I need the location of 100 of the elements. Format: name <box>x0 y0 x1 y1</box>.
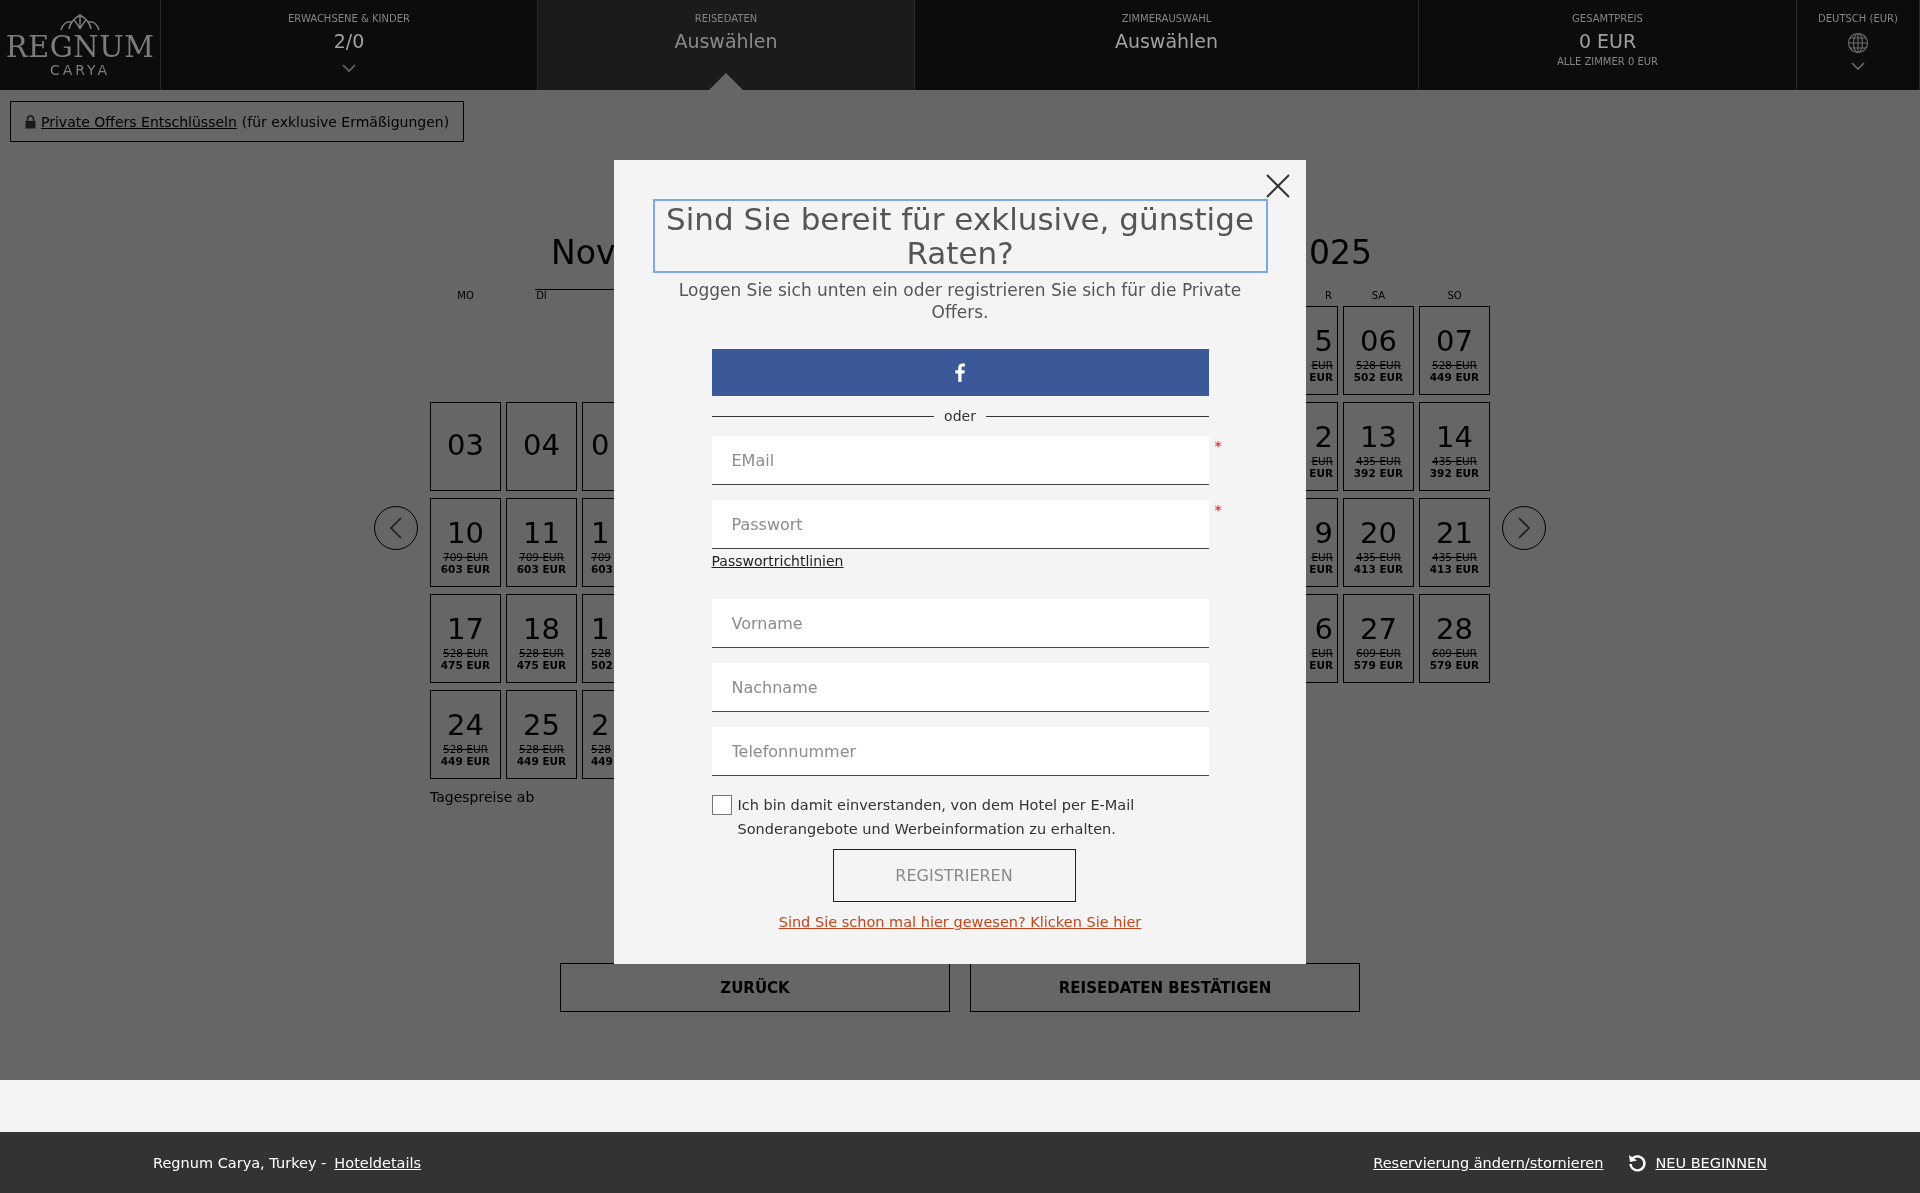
facebook-icon <box>955 363 965 382</box>
old-price: 528 EUR <box>519 744 564 755</box>
private-offers-button[interactable]: Private Offers Entschlüsseln (für exklusive Ermäßigungen) <box>10 101 465 142</box>
old-price: 528 EUR <box>1356 360 1401 371</box>
globe-icon[interactable] <box>1847 32 1869 54</box>
consent-text: Ich bin damit einverstanden, von dem Hotel per E-Mail Sonderangebote und Werbeinformation zu erhalten. <box>737 796 1136 839</box>
header-tab-value: 0 EUR <box>1578 29 1637 54</box>
chevron-right-icon <box>1517 517 1531 539</box>
day-number: 18 <box>523 613 560 645</box>
old-price: EUR <box>1311 648 1333 659</box>
chevron-left-icon <box>389 517 403 539</box>
old-price: 709 EUR <box>443 552 488 563</box>
calendar-day[interactable]: 20 435 EUR 413 EUR <box>1343 498 1414 587</box>
day-price: 413 EUR <box>1353 563 1404 575</box>
header-tab-label: ZIMMERAUSWAHL <box>1121 12 1212 26</box>
old-price: 528 EUR <box>443 744 488 755</box>
calendar-day[interactable]: 18 528 EUR 475 EUR <box>506 594 577 683</box>
header-tab-note: ALLE ZIMMER 0 EUR <box>1556 56 1659 68</box>
month-title: 025 <box>1309 232 1372 274</box>
day-price: 579 EUR <box>1429 659 1480 671</box>
lock-icon <box>25 114 36 129</box>
day-number: 5 <box>1314 325 1333 357</box>
calendar-day[interactable]: 10 709 EUR 603 EUR <box>430 498 501 587</box>
day-price: 449 EUR <box>516 755 567 767</box>
day-price: 449 EUR <box>440 755 491 767</box>
old-price: 709 <box>591 552 612 563</box>
input-field[interactable]: Passwort <box>711 500 1209 549</box>
old-price: 528 <box>591 744 612 755</box>
input-field[interactable]: Telefonnummer <box>711 727 1209 776</box>
day-price: 475 EUR <box>440 659 491 671</box>
login-link[interactable]: Sind Sie schon mal hier gewesen? Klicken Sie hier <box>778 914 1142 930</box>
calendar-day[interactable]: 13 435 EUR 392 EUR <box>1343 402 1414 491</box>
day-number: 2 <box>591 709 610 741</box>
old-price: 528 EUR <box>519 648 564 659</box>
divider-label: oder <box>944 408 976 424</box>
header-tab[interactable]: REISEDATEN Auswählen <box>538 0 915 90</box>
day-price: 392 EUR <box>1429 467 1480 479</box>
calendar-day[interactable]: 25 528 EUR 449 EUR <box>506 690 577 779</box>
day-number: 24 <box>447 709 484 741</box>
calendar-day[interactable]: 04 <box>506 402 577 491</box>
day-number: 9 <box>1314 517 1333 549</box>
day-price: 502 EUR <box>1353 371 1404 383</box>
day-price: 449 <box>591 755 613 767</box>
daily-prices-note: Tagespreise ab <box>430 789 535 805</box>
chevron-down-icon[interactable] <box>342 64 356 73</box>
old-price: EUR <box>1311 552 1333 563</box>
day-price: 603 EUR <box>440 563 491 575</box>
input-field[interactable]: Nachname <box>711 663 1209 712</box>
old-price: 528 <box>591 648 612 659</box>
header-tab-value: Auswählen <box>1114 29 1219 54</box>
day-price: 449 EUR <box>1429 371 1480 383</box>
calendar-day[interactable]: 14 435 EUR 392 EUR <box>1419 402 1490 491</box>
old-price: 609 EUR <box>1432 648 1477 659</box>
password-rules-link[interactable]: Passwortrichtlinien <box>711 553 844 569</box>
hotel-details-link[interactable]: Hoteldetails <box>334 1154 422 1171</box>
restart-link[interactable]: NEU BEGINNEN <box>1655 1154 1767 1171</box>
day-price: 603 <box>591 563 613 575</box>
calendar-day[interactable]: 06 528 EUR 502 EUR <box>1343 306 1414 395</box>
consent-checkbox[interactable] <box>711 795 732 815</box>
old-price: 435 EUR <box>1432 552 1477 563</box>
calendar-day[interactable]: 28 609 EUR 579 EUR <box>1419 594 1490 683</box>
header-tab-value: 2/0 <box>333 29 365 54</box>
restart-icon[interactable] <box>1627 1152 1648 1173</box>
close-icon[interactable] <box>1264 172 1292 200</box>
manage-reservation-link[interactable]: Reservierung ändern/stornieren <box>1373 1154 1604 1171</box>
logo-name: REGNUM <box>5 32 155 62</box>
day-price: 502 <box>591 659 613 671</box>
calendar-day[interactable]: 11 709 EUR 603 EUR <box>506 498 577 587</box>
header-tab-label: GESAMTPREIS <box>1572 12 1643 26</box>
day-price: 392 EUR <box>1353 467 1404 479</box>
input-field[interactable]: EMail <box>711 436 1209 485</box>
day-number: 21 <box>1436 517 1473 549</box>
day-number: 14 <box>1436 421 1473 453</box>
day-price: 603 EUR <box>516 563 567 575</box>
day-number: 17 <box>447 613 484 645</box>
old-price: 609 EUR <box>1356 648 1401 659</box>
logo-subtitle: CARYA <box>49 62 111 78</box>
weekday-label: R <box>1324 290 1333 303</box>
day-number: 25 <box>523 709 560 741</box>
crown-icon <box>57 12 103 32</box>
calendar-day[interactable]: 03 <box>430 402 501 491</box>
input-field[interactable]: Vorname <box>711 599 1209 648</box>
day-number: 11 <box>523 517 560 549</box>
day-number: 1 <box>591 613 610 645</box>
calendar-day[interactable]: 27 609 EUR 579 EUR <box>1343 594 1414 683</box>
header-tab-label: REISEDATEN <box>694 12 758 26</box>
day-number: 20 <box>1360 517 1397 549</box>
weekday-label: SA <box>1370 290 1387 303</box>
day-number: 6 <box>1314 613 1333 645</box>
calendar-day[interactable]: 24 528 EUR 449 EUR <box>430 690 501 779</box>
calendar-day[interactable]: 17 528 EUR 475 EUR <box>430 594 501 683</box>
chevron-down-icon[interactable] <box>1851 62 1865 71</box>
old-price: EUR <box>1311 360 1333 371</box>
calendar-day[interactable]: 07 528 EUR 449 EUR <box>1419 306 1490 395</box>
day-price: EUR <box>1309 467 1333 479</box>
day-price: EUR <box>1309 563 1333 575</box>
day-number: 06 <box>1360 325 1397 357</box>
weekday-label: MO <box>456 290 475 303</box>
day-number: 03 <box>447 429 484 461</box>
calendar-day[interactable]: 21 435 EUR 413 EUR <box>1419 498 1490 587</box>
